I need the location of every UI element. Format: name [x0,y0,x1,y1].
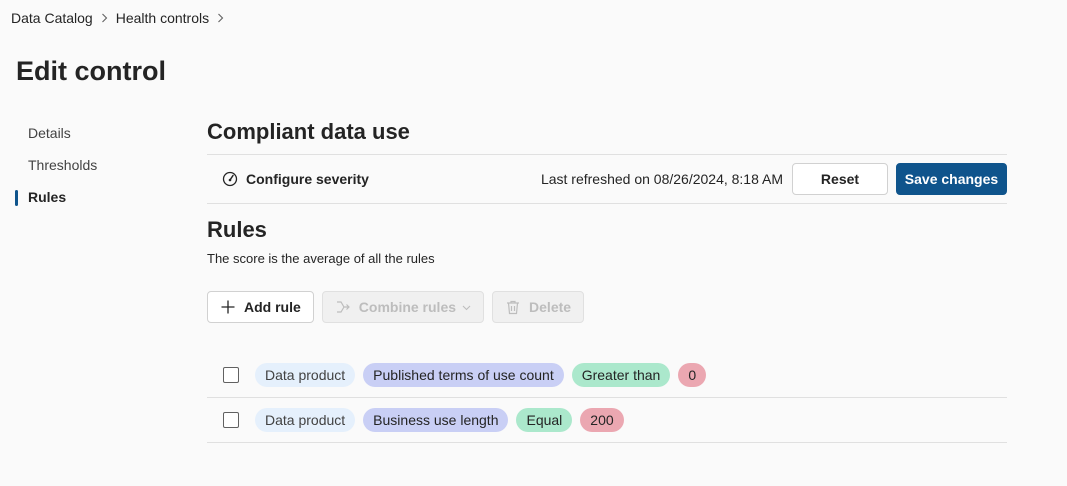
main-content: Compliant data use Configure severity La… [207,116,1007,443]
gauge-icon [222,171,238,187]
rule-checkbox[interactable] [223,412,239,428]
breadcrumb-item-health-controls[interactable]: Health controls [116,10,209,26]
rule-object-pill: Data product [255,363,356,387]
rules-title: Rules [207,217,267,242]
delete-button[interactable]: Delete [492,291,585,323]
rule-list: Data product Published terms of use coun… [207,353,1007,443]
rule-row: Data product Business use length Equal 2… [207,398,1007,443]
chevron-right-icon [101,13,108,23]
page-title: Edit control [16,56,166,86]
rule-checkbox[interactable] [223,367,239,383]
combine-rules-button[interactable]: Combine rules [321,291,485,323]
rule-actions: Add rule Combine rules Delete [207,291,1007,323]
merge-icon [336,301,350,313]
section-title: Compliant data use [207,119,410,144]
breadcrumb-item-data-catalog[interactable]: Data Catalog [11,10,93,26]
rule-value-pill: 0 [678,363,707,387]
add-rule-button[interactable]: Add rule [207,291,314,323]
configure-severity-label: Configure severity [246,171,369,187]
plus-icon [221,300,235,314]
configure-severity-button[interactable]: Configure severity [222,171,369,187]
rule-field-pill: Business use length [363,408,509,432]
trash-icon [507,300,520,315]
delete-label: Delete [529,299,572,315]
chevron-right-icon [217,13,224,23]
combine-rules-label: Combine rules [358,299,457,315]
control-toolbar: Configure severity Last refreshed on 08/… [207,154,1007,204]
nav-item-thresholds[interactable]: Thresholds [15,149,175,181]
side-nav: Details Thresholds Rules [15,117,175,213]
rule-value-pill: 200 [580,408,624,432]
nav-item-details[interactable]: Details [15,117,175,149]
rule-field-pill: Published terms of use count [363,363,564,387]
rule-object-pill: Data product [255,408,356,432]
rule-operator-pill: Greater than [571,363,671,387]
nav-item-rules[interactable]: Rules [15,181,175,213]
chevron-down-icon [462,305,471,310]
rules-subtitle: The score is the average of all the rule… [207,251,435,266]
add-rule-label: Add rule [244,299,301,315]
rule-row: Data product Published terms of use coun… [207,353,1007,398]
breadcrumb: Data Catalog Health controls [11,10,232,26]
last-refreshed-text: Last refreshed on 08/26/2024, 8:18 AM [540,171,783,187]
rule-operator-pill: Equal [516,408,573,432]
reset-button[interactable]: Reset [792,163,888,195]
save-changes-button[interactable]: Save changes [896,163,1007,195]
